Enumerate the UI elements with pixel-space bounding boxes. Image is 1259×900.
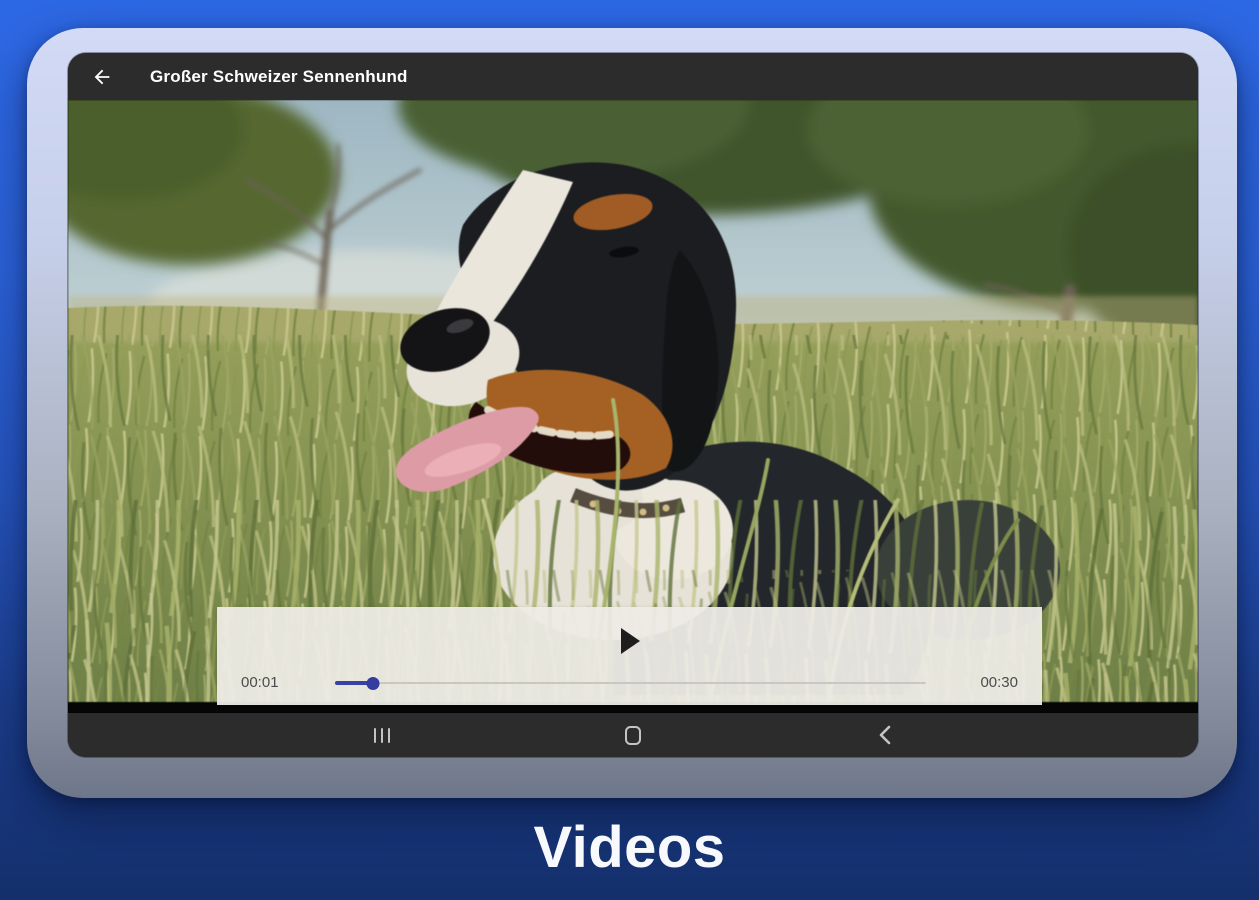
play-icon xyxy=(618,627,642,655)
back-chevron-icon xyxy=(878,725,891,745)
back-icon[interactable] xyxy=(90,65,114,89)
current-time: 00:01 xyxy=(241,674,285,691)
arrow-back-icon xyxy=(91,66,113,88)
tablet-screen: Großer Schweizer Sennenhund xyxy=(68,53,1198,757)
nav-home-button[interactable] xyxy=(620,722,646,748)
promo-background: Großer Schweizer Sennenhund xyxy=(0,0,1259,900)
nav-back-button[interactable] xyxy=(871,722,897,748)
home-icon xyxy=(625,726,641,745)
recents-icon xyxy=(374,728,391,743)
android-nav-bar xyxy=(68,713,1198,757)
seek-track xyxy=(335,682,926,685)
app-bar-title: Großer Schweizer Sennenhund xyxy=(150,67,408,87)
duration: 00:30 xyxy=(974,674,1018,691)
play-button[interactable] xyxy=(608,621,652,661)
video-player[interactable]: 00:01 00:30 xyxy=(68,100,1198,713)
player-controls: 00:01 00:30 xyxy=(217,607,1042,705)
seek-slider[interactable] xyxy=(335,676,926,690)
tablet-frame: Großer Schweizer Sennenhund xyxy=(27,28,1237,798)
page-title: Videos xyxy=(0,814,1259,881)
seek-thumb[interactable] xyxy=(366,677,379,690)
app-bar: Großer Schweizer Sennenhund xyxy=(68,53,1198,100)
nav-recents-button[interactable] xyxy=(369,722,395,748)
